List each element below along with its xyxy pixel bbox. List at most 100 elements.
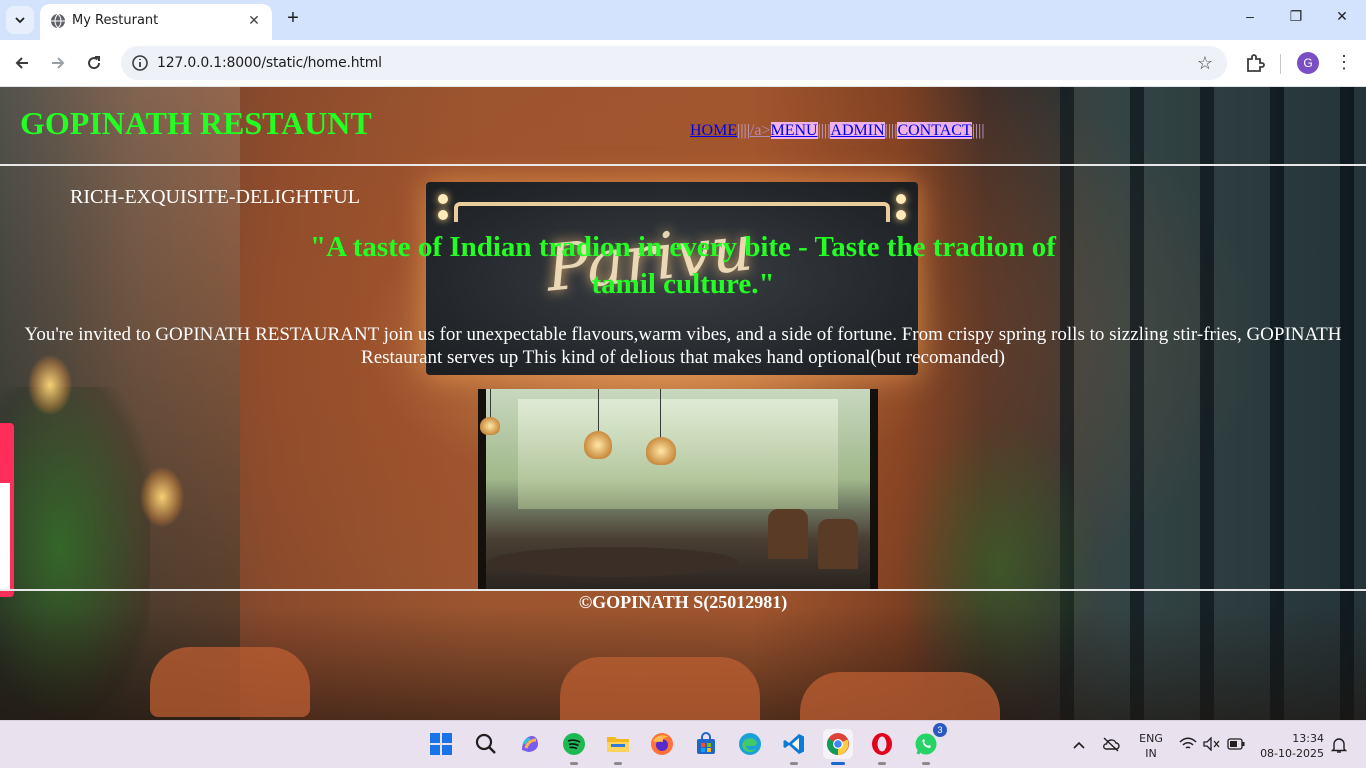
header-divider xyxy=(0,164,1366,166)
sign-bulb xyxy=(438,194,448,204)
close-window-button[interactable]: ✕ xyxy=(1329,8,1355,32)
address-bar[interactable]: 127.0.0.1:8000/static/home.html ☆ xyxy=(121,46,1227,80)
notification-badge: 3 xyxy=(933,723,947,737)
volume-muted-icon[interactable] xyxy=(1203,737,1221,751)
spotify-icon[interactable] xyxy=(559,729,589,765)
running-indicator xyxy=(570,762,578,765)
tab-search-button[interactable] xyxy=(6,6,34,34)
nav-separator: |||| xyxy=(737,122,750,139)
browser-tab[interactable]: My Resturant ✕ xyxy=(40,4,272,40)
firefox-icon[interactable] xyxy=(647,729,677,759)
sign-bulb xyxy=(896,210,906,220)
sign-bulb xyxy=(438,210,448,220)
vscode-logo-icon xyxy=(783,734,804,754)
info-icon[interactable] xyxy=(131,54,149,72)
hero-quote: "A taste of Indian tradion in every bite… xyxy=(310,231,1056,300)
battery-icon[interactable] xyxy=(1227,738,1245,750)
background-chair xyxy=(800,672,1000,720)
magnifier-icon xyxy=(475,733,496,754)
tagline: RICH-EXQUISITE-DELIGHTFUL xyxy=(70,186,360,208)
nav-contact-link[interactable]: CONTACT xyxy=(897,122,972,139)
footer-text: ©GOPINATH S(25012981) xyxy=(578,592,788,612)
side-widget-panel[interactable] xyxy=(0,483,10,589)
photo-table xyxy=(488,547,738,577)
background-chair xyxy=(560,657,760,720)
start-icon[interactable] xyxy=(426,729,456,759)
forward-button[interactable] xyxy=(46,51,70,75)
background-chair xyxy=(150,647,310,717)
side-widget[interactable] xyxy=(0,423,14,597)
active-indicator xyxy=(831,762,845,765)
running-indicator xyxy=(878,762,886,765)
back-button[interactable] xyxy=(10,51,34,75)
restaurant-photo xyxy=(478,389,878,589)
clock-date: 08-10-2025 xyxy=(1260,747,1324,760)
nav-home-link[interactable]: HOME xyxy=(690,122,737,139)
cloud-offline-icon[interactable] xyxy=(1102,736,1120,752)
chevron-down-icon xyxy=(15,17,25,24)
nav-separator: |||| xyxy=(817,122,831,139)
edge-icon[interactable] xyxy=(735,729,765,759)
nav-separator: |||| xyxy=(884,122,898,139)
chrome-logo-icon xyxy=(827,733,849,755)
whatsapp-icon[interactable]: 3 xyxy=(911,723,947,765)
input-language[interactable]: ENG IN xyxy=(1136,731,1166,761)
opera-icon[interactable] xyxy=(867,729,897,765)
nav-stray-text[interactable]: /a> xyxy=(750,122,771,139)
whatsapp-logo-icon xyxy=(915,733,937,755)
copilot-logo-icon xyxy=(522,736,538,752)
tab-strip: My Resturant ✕ + – ❐ ✕ xyxy=(0,0,1366,40)
running-indicator xyxy=(614,762,622,765)
chrome-icon[interactable] xyxy=(823,729,853,765)
new-tab-button[interactable]: + xyxy=(282,8,304,30)
globe-icon xyxy=(51,13,65,29)
sign-bulb xyxy=(896,194,906,204)
reload-icon xyxy=(88,56,101,70)
tab-title: My Resturant xyxy=(72,13,159,28)
nav-menu-link[interactable]: MENU xyxy=(770,122,818,139)
restore-button[interactable]: ❐ xyxy=(1283,8,1309,32)
language-code: ENG xyxy=(1139,732,1163,745)
search-icon[interactable] xyxy=(471,729,501,759)
firefox-logo-icon xyxy=(651,733,673,755)
photo-frame xyxy=(870,389,878,589)
footer-divider xyxy=(0,589,1366,591)
nav-separator: |||| xyxy=(971,122,985,139)
close-icon[interactable]: ✕ xyxy=(244,10,264,30)
photo-lamp xyxy=(480,417,500,435)
folder-icon xyxy=(607,737,629,752)
photo-lamp-cord xyxy=(660,389,661,439)
wifi-icon[interactable] xyxy=(1179,737,1197,751)
notification-bell-icon[interactable] xyxy=(1331,736,1347,754)
toolbar-divider xyxy=(1280,54,1281,74)
reload-button[interactable] xyxy=(82,51,106,75)
running-indicator xyxy=(790,762,798,765)
bookmark-star-icon[interactable]: ☆ xyxy=(1197,53,1213,74)
photo-lamp xyxy=(646,437,676,465)
vscode-icon[interactable] xyxy=(779,729,809,765)
windows-logo-icon xyxy=(430,733,452,755)
file-explorer-icon[interactable] xyxy=(603,729,633,765)
clock[interactable]: 13:34 08-10-2025 xyxy=(1256,731,1324,761)
chevron-up-icon[interactable] xyxy=(1072,738,1086,752)
spotify-logo-icon xyxy=(563,733,585,755)
taskbar: 3 ENG IN 13:34 08-10-2025 xyxy=(0,720,1366,768)
background-lamp xyxy=(140,467,184,527)
edge-logo-icon xyxy=(739,733,761,755)
store-icon[interactable] xyxy=(691,729,721,759)
extensions-icon[interactable] xyxy=(1243,51,1267,75)
site-nav: HOME||||/a>MENU||||ADMIN||||CONTACT|||| xyxy=(690,122,985,140)
site-title: GOPINATH RESTAUNT xyxy=(20,105,372,141)
nav-admin-link[interactable]: ADMIN xyxy=(830,122,885,139)
minimize-button[interactable]: – xyxy=(1237,8,1263,32)
opera-logo-icon xyxy=(872,733,892,755)
url-text[interactable]: 127.0.0.1:8000/static/home.html xyxy=(157,55,382,71)
photo-lamp xyxy=(584,431,612,459)
photo-chair xyxy=(768,509,808,559)
more-menu-icon[interactable]: ⋮ xyxy=(1334,51,1354,75)
copilot-icon[interactable] xyxy=(515,729,545,759)
page-viewport: Parivu GOPINATH RESTAUNT HOME||||/a>MENU… xyxy=(0,87,1366,720)
arrow-right-icon xyxy=(52,57,65,69)
profile-avatar[interactable]: G xyxy=(1297,52,1319,74)
region-code: IN xyxy=(1145,747,1157,760)
